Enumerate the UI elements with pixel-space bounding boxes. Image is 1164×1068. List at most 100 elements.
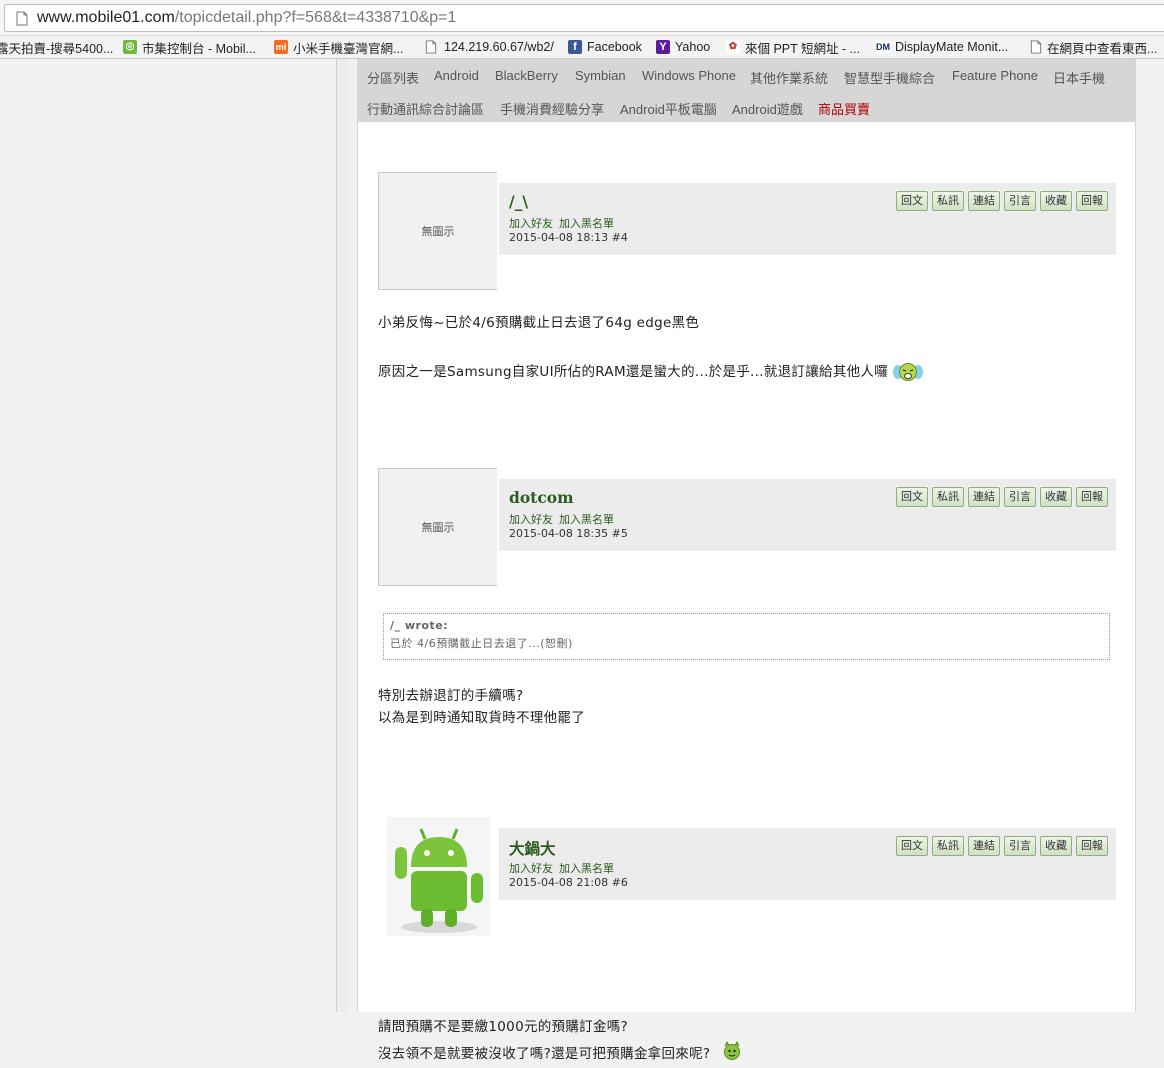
username[interactable]: dotcom (509, 488, 574, 507)
devil-emoticon-icon (724, 1041, 741, 1060)
nav-link-marketplace[interactable]: 商品買賣 (818, 99, 870, 118)
post-actions: 回文 私訊 連結 引言 收藏 回報 (896, 836, 1108, 856)
add-friend-link[interactable]: 加入好友 (509, 217, 553, 230)
yahoo-icon: Y (656, 40, 670, 54)
bookmark-market[interactable]: ◎ 市集控制台 - Mobil... (123, 38, 256, 56)
bookmark-label: DisplayMate Monit... (895, 40, 1009, 54)
post-text-line: 小弟反悔~已於4/6預購截止日去退了64g edge黑色 (378, 315, 700, 331)
friend-links: 加入好友 加入黑名單 (509, 511, 620, 527)
post-body: 小弟反悔~已於4/6預購截止日去退了64g edge黑色 原因之一是Samsun… (378, 311, 924, 384)
bookmark-page[interactable]: 在網頁中查看東西... (1030, 38, 1157, 56)
nav-link[interactable]: Android (434, 68, 479, 83)
address-bar: www.mobile01.com/topicdetail.php?f=568&t… (0, 0, 1164, 36)
bookmarks-bar: 露天拍賣-搜尋5400... ◎ 市集控制台 - Mobil... mi 小米手… (0, 36, 1164, 59)
quote-button[interactable]: 引言 (1004, 191, 1036, 211)
avatar-placeholder: 無圖示 (378, 468, 497, 586)
friend-links: 加入好友 加入黑名單 (509, 215, 620, 231)
post-meta: 2015-04-08 21:08 #6 (509, 876, 628, 889)
post-text-line: 特別去辦退訂的手續嗎? (378, 688, 524, 704)
bookmark-ip[interactable]: 124.219.60.67/wb2/ (425, 38, 554, 56)
bookmark-ruten[interactable]: 露天拍賣-搜尋5400... (0, 38, 113, 56)
avatar-placeholder: 無圖示 (378, 172, 497, 290)
nav-link[interactable]: 手機消費經驗分享 (500, 99, 604, 118)
post-actions: 回文 私訊 連結 引言 收藏 回報 (896, 191, 1108, 211)
quote-button[interactable]: 引言 (1004, 836, 1036, 856)
android-avatar (387, 817, 490, 936)
post-body: 特別去辦退訂的手續嗎? 以為是到時通知取貨時不理他罷了 (378, 685, 585, 729)
url-field[interactable]: www.mobile01.com/topicdetail.php?f=568&t… (4, 4, 1164, 32)
post-header: dotcom 加入好友 加入黑名單 2015-04-08 18:35 #5 回文 … (499, 479, 1116, 551)
bookmark-label: 市集控制台 - Mobil... (142, 41, 256, 56)
nav-link[interactable]: 分區列表 (367, 68, 419, 87)
mi-icon: mi (274, 40, 288, 54)
bookmark-mi[interactable]: mi 小米手機臺灣官網... (274, 38, 403, 56)
bookmark-ppt[interactable]: ✿ 來個 PPT 短網址 - ... (726, 38, 860, 56)
bookmark-label: Facebook (587, 40, 642, 54)
nav-link[interactable]: Feature Phone (952, 68, 1038, 83)
reply-button[interactable]: 回文 (896, 836, 928, 856)
post-header: 大鍋大 加入好友 加入黑名單 2015-04-08 21:08 #6 回文 私訊 … (499, 828, 1116, 900)
link-button[interactable]: 連結 (968, 487, 1000, 507)
post-body: 請問預購不是要繳1000元的預購訂金嗎? 沒去領不是就要被沒收了嗎?還是可把預購… (378, 1014, 742, 1068)
displaymate-icon: DM (876, 40, 890, 54)
market-icon: ◎ (123, 40, 137, 54)
report-button[interactable]: 回報 (1076, 836, 1108, 856)
report-button[interactable]: 回報 (1076, 191, 1108, 211)
nav-link[interactable]: BlackBerry (495, 68, 558, 83)
bookmark-displaymate[interactable]: DM DisplayMate Monit... (876, 38, 1008, 56)
left-margin (0, 59, 336, 1012)
post-header: /_\ 加入好友 加入黑名單 2015-04-08 18:13 #4 回文 私訊 … (499, 183, 1116, 255)
nav-link[interactable]: 其他作業系統 (750, 68, 828, 87)
nav-link[interactable]: Windows Phone (642, 68, 736, 83)
message-button[interactable]: 私訊 (932, 836, 964, 856)
bookmark-label: 小米手機臺灣官網... (293, 41, 404, 56)
bookmark-label: Yahoo (675, 40, 711, 54)
friend-links: 加入好友 加入黑名單 (509, 860, 620, 876)
bookmark-facebook[interactable]: f Facebook (568, 38, 642, 56)
post-meta: 2015-04-08 18:13 #4 (509, 231, 628, 244)
username[interactable]: /_\ (509, 192, 528, 211)
crying-emoticon-icon (893, 363, 924, 381)
message-button[interactable]: 私訊 (932, 487, 964, 507)
nav-link[interactable]: 智慧型手機綜合 (844, 68, 935, 87)
forum-nav: 分區列表 Android BlackBerry Symbian Windows … (358, 59, 1135, 122)
add-friend-link[interactable]: 加入好友 (509, 862, 553, 875)
post-text-line: 沒去領不是就要被沒收了嗎?還是可把預購金拿回來呢? (378, 1041, 742, 1068)
favorite-button[interactable]: 收藏 (1040, 836, 1072, 856)
message-button[interactable]: 私訊 (932, 191, 964, 211)
blacklist-link[interactable]: 加入黑名單 (559, 217, 614, 230)
nav-link[interactable]: Android遊戲 (732, 99, 803, 118)
reply-button[interactable]: 回文 (896, 191, 928, 211)
page-icon (1030, 40, 1042, 54)
reply-button[interactable]: 回文 (896, 487, 928, 507)
favorite-button[interactable]: 收藏 (1040, 191, 1072, 211)
link-button[interactable]: 連結 (968, 836, 1000, 856)
nav-link[interactable]: Symbian (575, 68, 626, 83)
nav-link[interactable]: Android平板電腦 (620, 99, 717, 118)
bookmark-yahoo[interactable]: Y Yahoo (656, 38, 710, 56)
link-button[interactable]: 連結 (968, 191, 1000, 211)
nav-link[interactable]: 行動通訊綜合討論區 (367, 99, 484, 118)
favorite-button[interactable]: 收藏 (1040, 487, 1072, 507)
nav-link[interactable]: 日本手機 (1053, 68, 1105, 87)
bookmark-label: 124.219.60.67/wb2/ (444, 40, 554, 54)
quote-body: 已於 4/6預購截止日去退了...(恕刪) (390, 637, 573, 650)
username[interactable]: 大鍋大 (509, 837, 556, 859)
gutter (337, 59, 347, 1012)
post-actions: 回文 私訊 連結 引言 收藏 回報 (896, 487, 1108, 507)
blacklist-link[interactable]: 加入黑名單 (559, 513, 614, 526)
post-meta: 2015-04-08 18:35 #5 (509, 527, 628, 540)
blacklist-link[interactable]: 加入黑名單 (559, 862, 614, 875)
report-button[interactable]: 回報 (1076, 487, 1108, 507)
add-friend-link[interactable]: 加入好友 (509, 513, 553, 526)
url-text: www.mobile01.com/topicdetail.php?f=568&t… (37, 9, 457, 26)
page-icon (16, 11, 28, 26)
ppt-icon: ✿ (726, 40, 740, 54)
quote-header: /_ wrote: (390, 619, 449, 632)
post-text-line: 以為是到時通知取貨時不理他罷了 (378, 710, 585, 726)
bookmark-label: 在網頁中查看東西... (1047, 41, 1158, 56)
post-text-line: 請問預購不是要繳1000元的預購訂金嗎? (378, 1019, 629, 1035)
quote-button[interactable]: 引言 (1004, 487, 1036, 507)
post-text-line: 原因之一是Samsung自家UI所佔的RAM還是蠻大的...於是乎...就退訂讓… (378, 360, 924, 384)
quote-block: /_ wrote: 已於 4/6預購截止日去退了...(恕刪) (383, 613, 1110, 660)
